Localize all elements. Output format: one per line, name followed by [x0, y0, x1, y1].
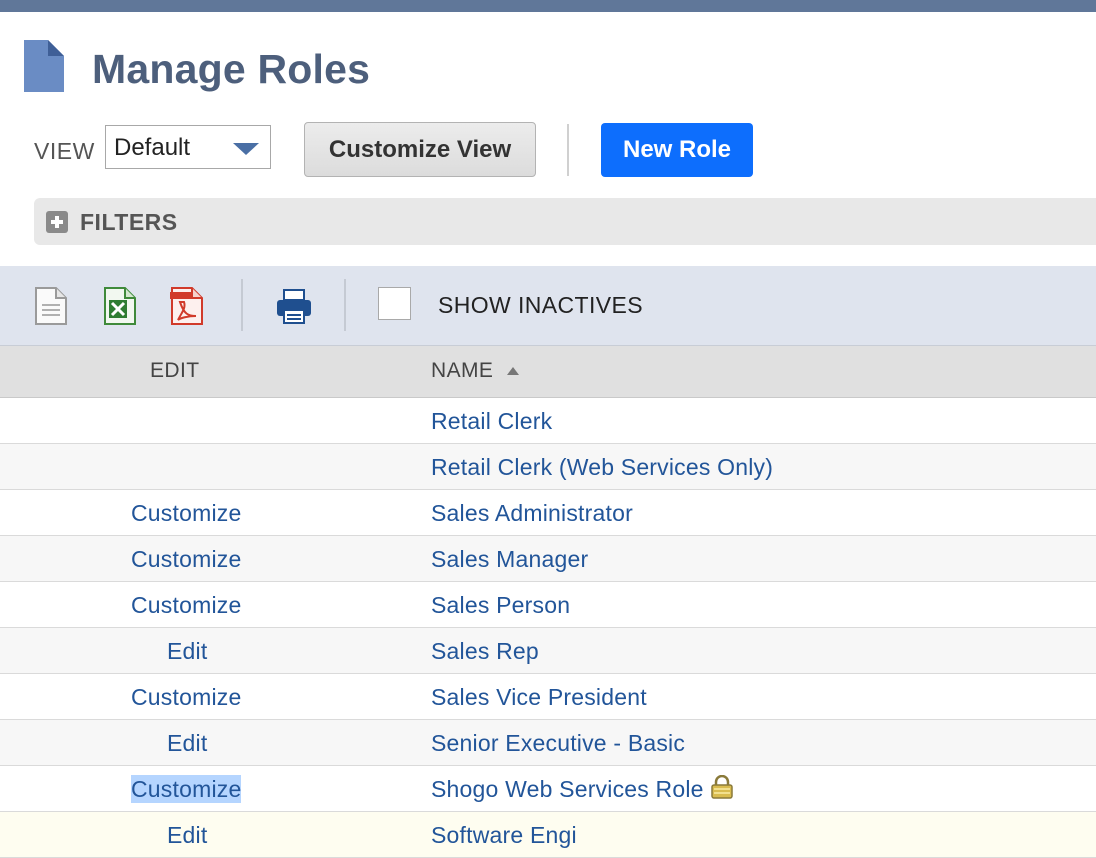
role-name-link[interactable]: Sales Person	[431, 591, 570, 619]
column-header-edit[interactable]: EDIT	[150, 358, 199, 384]
table-row: Customize Sales Vice President	[0, 674, 1096, 720]
table-row: Edit Software Engi	[0, 812, 1096, 858]
chevron-down-icon	[233, 143, 259, 155]
table-row: Edit Senior Executive - Basic	[0, 720, 1096, 766]
role-name-link[interactable]: Software Engi	[431, 821, 577, 849]
role-name-link[interactable]: Retail Clerk	[431, 407, 552, 435]
excel-export-icon[interactable]	[103, 286, 137, 326]
expand-plus-icon[interactable]	[46, 211, 68, 233]
csv-export-icon[interactable]	[34, 286, 68, 326]
role-name-link[interactable]: Sales Manager	[431, 545, 588, 573]
role-name-link[interactable]: Sales Vice President	[431, 683, 647, 711]
table-row: Customize Sales Administrator	[0, 490, 1096, 536]
role-name-link[interactable]: Sales Administrator	[431, 499, 633, 527]
table-row: Retail Clerk	[0, 398, 1096, 444]
customize-link[interactable]: Customize	[131, 683, 241, 711]
table-row: Customize Shogo Web Services Role	[0, 766, 1096, 812]
table-row: Retail Clerk (Web Services Only)	[0, 444, 1096, 490]
table-row: Customize Sales Manager	[0, 536, 1096, 582]
show-inactives-label: SHOW INACTIVES	[438, 292, 643, 318]
role-name-link[interactable]: Shogo Web Services Role	[431, 776, 704, 802]
view-label: VIEW	[34, 138, 95, 164]
table-row: Edit Sales Rep	[0, 628, 1096, 674]
customize-view-button[interactable]: Customize View	[304, 122, 536, 177]
filters-bar[interactable]: FILTERS	[34, 198, 1096, 245]
role-name-link[interactable]: Retail Clerk (Web Services Only)	[431, 453, 773, 481]
customize-link[interactable]: Customize	[131, 499, 241, 527]
page-title: Manage Roles	[92, 46, 371, 92]
pdf-export-icon[interactable]	[170, 286, 204, 326]
filters-label: FILTERS	[80, 209, 178, 235]
document-icon	[24, 40, 64, 92]
lock-icon	[710, 775, 733, 799]
edit-link[interactable]: Edit	[167, 729, 207, 757]
role-name-link[interactable]: Sales Rep	[431, 637, 539, 665]
export-divider	[344, 279, 346, 331]
customize-link[interactable]: Customize	[131, 775, 242, 803]
export-divider	[241, 279, 243, 331]
top-bar	[0, 0, 1096, 12]
toolbar-divider	[567, 124, 569, 176]
table-header: EDIT NAME	[0, 346, 1096, 398]
view-select-value: Default	[114, 134, 191, 161]
customize-link[interactable]: Customize	[131, 545, 241, 573]
table-row: Customize Sales Person	[0, 582, 1096, 628]
customize-link[interactable]: Customize	[131, 591, 241, 619]
view-select[interactable]: Default	[105, 125, 271, 169]
role-name-cell: Shogo Web Services Role	[431, 775, 734, 803]
edit-link[interactable]: Edit	[167, 637, 207, 665]
edit-link[interactable]: Edit	[167, 821, 207, 849]
show-inactives-checkbox[interactable]	[378, 287, 411, 320]
print-icon[interactable]	[275, 286, 313, 326]
new-role-button[interactable]: New Role	[601, 123, 753, 177]
role-name-link[interactable]: Senior Executive - Basic	[431, 729, 685, 757]
sort-ascending-icon	[507, 367, 519, 375]
column-header-name[interactable]: NAME	[431, 358, 493, 384]
